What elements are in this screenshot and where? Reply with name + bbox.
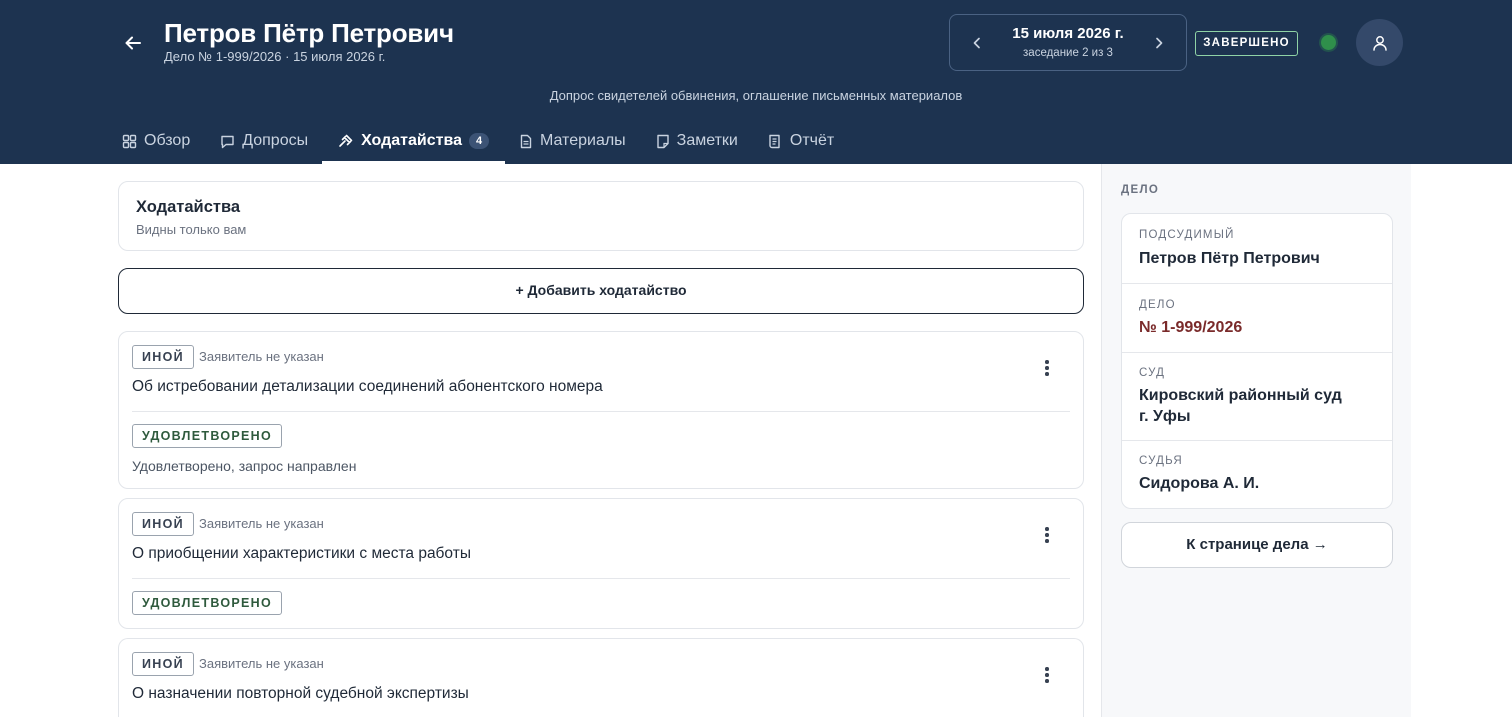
court-name-line2: г. Уфы [1139, 408, 1191, 425]
judge-name: Сидорова А. И. [1139, 475, 1260, 492]
motion-card: ИНОЙ Заявитель не указан О приобщении ха… [118, 498, 1084, 629]
motion-title: О назначении повторной судебной эксперти… [132, 685, 469, 702]
online-status-dot [1321, 35, 1336, 50]
session-navigator: 15 июля 2026 г. заседание 2 из 3 [949, 14, 1187, 71]
user-avatar[interactable] [1356, 19, 1403, 66]
tab-label: Допросы [242, 132, 309, 149]
document-icon [520, 134, 532, 148]
tab-overview[interactable]: Обзор [120, 118, 192, 164]
divider [132, 411, 1070, 412]
tab-label: Обзор [144, 132, 191, 149]
motion-title: Об истребовании детализации соединений а… [132, 378, 603, 395]
tab-count-badge: 4 [469, 133, 489, 149]
grid-icon [122, 134, 137, 148]
section-title: Ходатайства [136, 198, 241, 216]
tab-label: Заметки [676, 132, 738, 149]
motion-type-tag: ИНОЙ [132, 512, 194, 536]
motion-applicant: Заявитель не указан [199, 656, 324, 671]
tab-interrogations[interactable]: Допросы [218, 118, 310, 164]
page-subtitle: Дело № 1-999/2026 · 15 июля 2026 г. [164, 49, 386, 64]
case-info-card: ПОДСУДИМЫЙ Петров Пётр Петрович ДЕЛО № 1… [1121, 213, 1393, 509]
motion-result-tag: УДОВЛЕТВОРЕНО [132, 591, 282, 615]
session-description: Допрос свидетелей обвинения, оглашение п… [549, 88, 963, 103]
tab-bar: Обзор Допросы Ходатайства 4 Материалы За… [120, 118, 862, 164]
motion-type-tag: ИНОЙ [132, 345, 194, 369]
court-row: СУД Кировский районный суд г. Уфы [1122, 353, 1392, 441]
motion-card: ИНОЙ Заявитель не указан Об истребовании… [118, 331, 1084, 489]
court-name-line1: Кировский районный суд [1139, 387, 1342, 404]
defendant-name: Петров Пётр Петрович [1139, 250, 1320, 267]
defendant-row: ПОДСУДИМЫЙ Петров Пётр Петрович [1122, 214, 1392, 284]
add-motion-button[interactable]: + Добавить ходатайство [118, 268, 1084, 314]
motion-applicant: Заявитель не указан [199, 349, 324, 364]
page-title: Петров Пётр Петрович [164, 18, 454, 48]
motions-section-header: Ходатайства Видны только вам [118, 181, 1084, 251]
judge-label: СУДЬЯ [1139, 455, 1183, 467]
tab-notes[interactable]: Заметки [654, 118, 740, 164]
more-vertical-icon[interactable] [1037, 664, 1057, 686]
tab-label: Ходатайства [361, 132, 462, 149]
case-number: № 1-999/2026 [1139, 319, 1243, 336]
sidebar-heading: ДЕЛО [1121, 184, 1160, 196]
divider [132, 578, 1070, 579]
motion-result-tag: УДОВЛЕТВОРЕНО [132, 424, 282, 448]
chevron-right-icon[interactable] [1150, 34, 1168, 52]
motion-title: О приобщении характеристики с места рабо… [132, 545, 471, 562]
case-sidebar: ДЕЛО ПОДСУДИМЫЙ Петров Пётр Петрович ДЕЛ… [1101, 164, 1411, 717]
court-name: Кировский районный суд г. Уфы [1139, 385, 1342, 427]
motion-applicant: Заявитель не указан [199, 516, 324, 531]
report-icon [769, 134, 780, 148]
section-subtitle: Видны только вам [136, 222, 247, 237]
motion-card: ИНОЙ Заявитель не указан О назначении по… [118, 638, 1084, 717]
defendant-label: ПОДСУДИМЫЙ [1139, 229, 1235, 241]
gavel-icon [339, 134, 353, 147]
case-page-button[interactable]: К странице дела → [1121, 522, 1393, 568]
tab-label: Материалы [540, 132, 626, 149]
chat-icon [221, 135, 234, 148]
judge-row: СУДЬЯ Сидорова А. И. [1122, 441, 1392, 508]
app-header: Петров Пётр Петрович Дело № 1-999/2026 ·… [0, 0, 1512, 164]
more-vertical-icon[interactable] [1037, 524, 1057, 546]
case-number-row: ДЕЛО № 1-999/2026 [1122, 284, 1392, 353]
court-label: СУД [1139, 367, 1166, 379]
more-vertical-icon[interactable] [1037, 357, 1057, 379]
tab-report[interactable]: Отчёт [766, 118, 836, 164]
tab-label: Отчёт [789, 132, 835, 149]
note-icon [656, 134, 669, 148]
motion-type-tag: ИНОЙ [132, 652, 194, 676]
status-badge: ЗАВЕРШЕНО [1195, 31, 1298, 56]
back-arrow-icon[interactable] [120, 30, 146, 56]
motion-result-note: Удовлетворено, запрос направлен [132, 458, 357, 474]
user-icon [1372, 35, 1387, 51]
tab-motions[interactable]: Ходатайства 4 [322, 118, 505, 164]
tab-materials[interactable]: Материалы [517, 118, 628, 164]
case-label: ДЕЛО [1139, 299, 1176, 311]
